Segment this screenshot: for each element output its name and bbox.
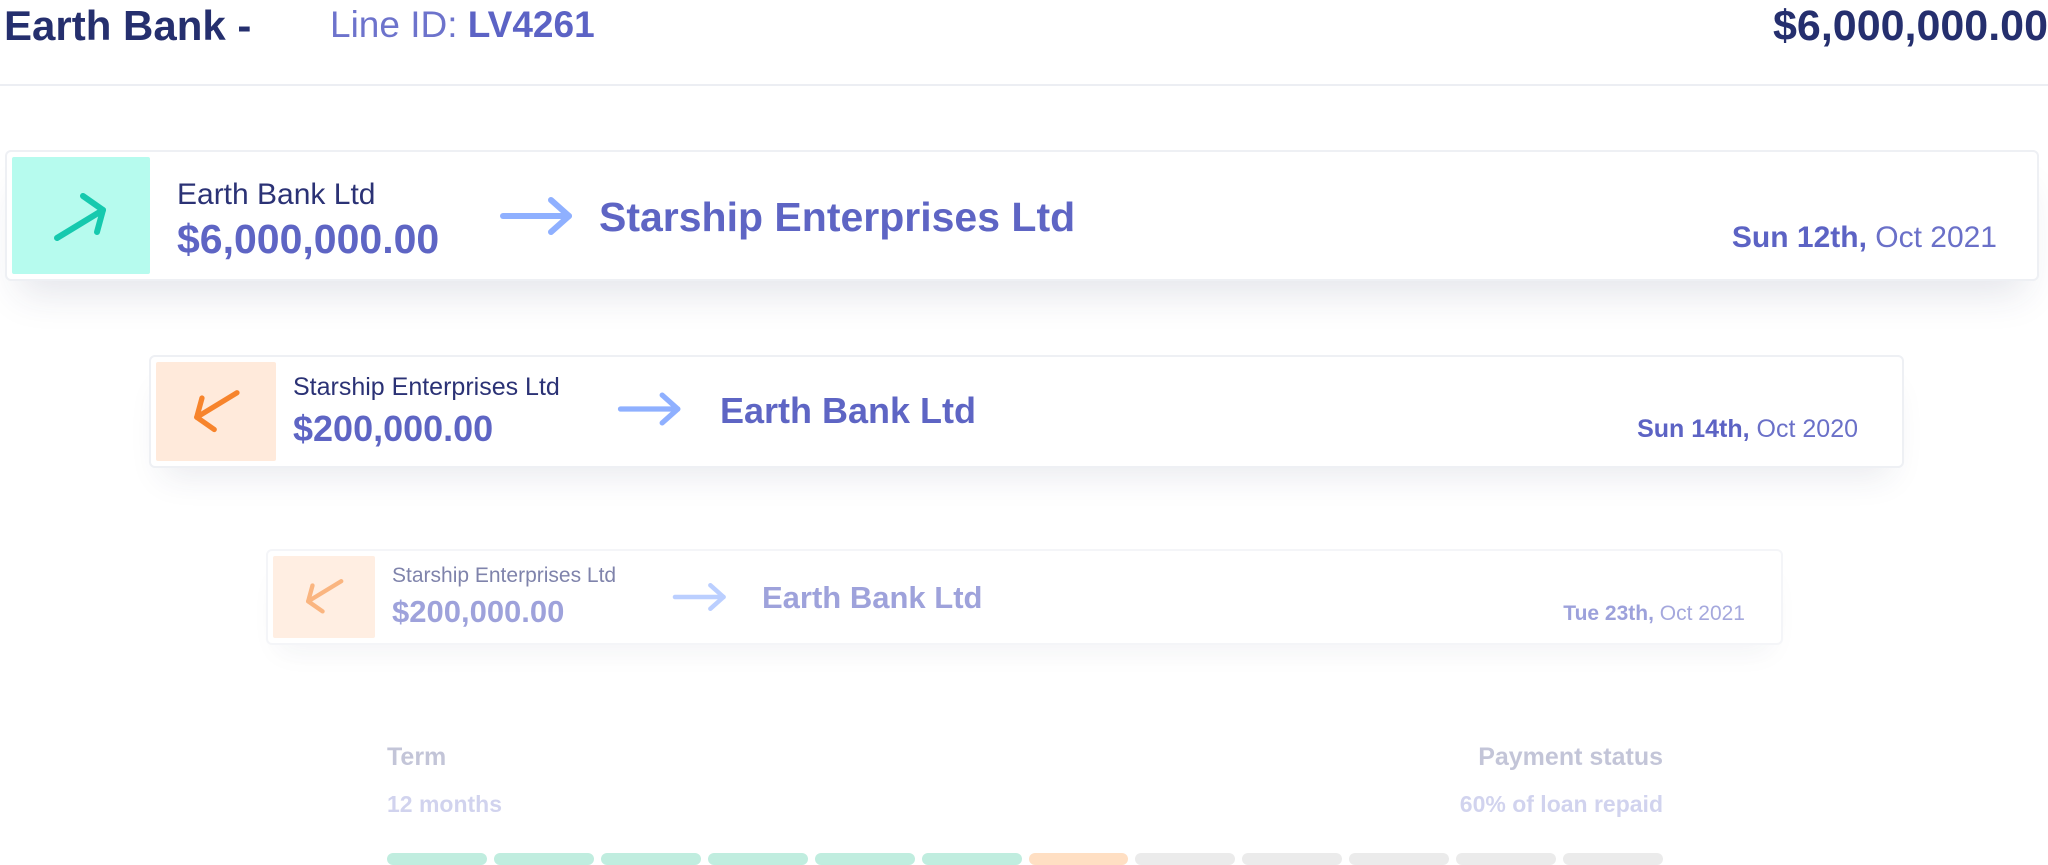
transaction-date-month-year: Oct 2021	[1659, 602, 1745, 625]
repayment-progress-bar	[387, 853, 1664, 865]
progress-segment-paid	[493, 853, 594, 865]
transaction-direction-badge	[156, 362, 276, 461]
arrow-down-left-icon	[306, 579, 344, 614]
progress-segment-pending	[1135, 853, 1236, 865]
arrow-right-icon	[500, 197, 572, 235]
progress-segment-pending	[1563, 853, 1664, 865]
transaction-date-day: Sun 14th,	[1637, 415, 1750, 443]
transaction-to: Earth Bank Ltd	[720, 390, 977, 431]
transaction-card[interactable]: Earth Bank Ltd $6,000,000.00 Starship En…	[5, 150, 2039, 281]
transaction-amount: $200,000.00	[293, 408, 494, 449]
term-value: 12 months	[387, 791, 503, 817]
transaction-date: Sun 14th, Oct 2020	[1637, 415, 1858, 444]
term-label: Term	[387, 743, 447, 771]
page-header: Earth Bank - Line ID: LV4261 $6,000,000.…	[0, 0, 2048, 86]
transaction-from: Starship Enterprises Ltd	[293, 373, 560, 401]
progress-segment-paid	[814, 853, 915, 865]
progress-segment-paid	[600, 853, 701, 865]
transaction-amount: $200,000.00	[392, 594, 565, 629]
arrow-up-right-icon	[54, 192, 106, 241]
transaction-direction-badge	[273, 556, 375, 638]
arrow-right-icon	[672, 583, 726, 611]
transaction-direction-badge	[12, 157, 150, 274]
arrow-right-icon	[617, 392, 681, 426]
payment-status-label: Payment status	[1478, 743, 1663, 771]
transaction-date: Sun 12th, Oct 2021	[1732, 221, 1997, 255]
progress-segment-pending	[1456, 853, 1557, 865]
transaction-from: Earth Bank Ltd	[177, 178, 376, 211]
transaction-from: Starship Enterprises Ltd	[392, 564, 617, 587]
line-id: Line ID: LV4261	[330, 4, 595, 46]
transaction-date: Tue 23th, Oct 2021	[1563, 602, 1745, 626]
total-amount: $6,000,000.00	[1773, 2, 2048, 50]
transaction-date-month-year: Oct 2021	[1875, 221, 1997, 254]
arrow-down-left-icon	[194, 389, 240, 432]
progress-segment-paid	[707, 853, 808, 865]
transaction-to: Starship Enterprises Ltd	[599, 194, 1076, 240]
transaction-to: Earth Bank Ltd	[762, 580, 983, 615]
progress-segment-current	[1028, 853, 1129, 865]
progress-segment-paid	[921, 853, 1022, 865]
loan-terms-section: Term 12 months Payment status 60% of loa…	[387, 743, 1664, 865]
transaction-date-day: Sun 12th,	[1731, 221, 1867, 254]
progress-segment-paid	[387, 853, 487, 865]
progress-segment-pending	[1349, 853, 1450, 865]
transaction-amount: $6,000,000.00	[177, 216, 440, 262]
transaction-card[interactable]: Starship Enterprises Ltd $200,000.00 Ear…	[149, 355, 1904, 468]
line-id-label: Line ID:	[330, 4, 458, 45]
transaction-card[interactable]: Starship Enterprises Ltd $200,000.00 Ear…	[266, 549, 1783, 645]
transaction-date-day: Tue 23th,	[1563, 602, 1654, 625]
line-id-value: LV4261	[467, 4, 595, 45]
progress-segment-pending	[1242, 853, 1343, 865]
payment-status-value: 60% of loan repaid	[1459, 791, 1663, 817]
transaction-date-month-year: Oct 2020	[1756, 415, 1858, 443]
bank-title: Earth Bank -	[4, 2, 252, 49]
